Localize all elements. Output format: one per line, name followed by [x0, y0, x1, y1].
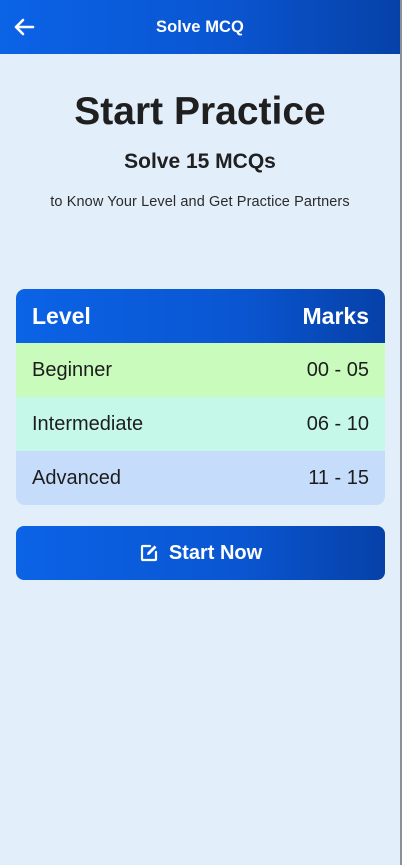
level-cell: Intermediate	[32, 412, 144, 435]
table-row: Beginner 00 - 05	[16, 343, 385, 397]
app-bar: Solve MCQ	[0, 0, 400, 54]
levels-table: Level Marks Beginner 00 - 05 Intermediat…	[16, 289, 385, 505]
start-now-label: Start Now	[168, 541, 263, 564]
marks-cell: 06 - 10	[306, 412, 369, 435]
page-title: Start Practice	[74, 90, 326, 133]
level-cell: Advanced	[32, 466, 121, 489]
table-header: Level Marks	[16, 289, 385, 343]
page-subtitle: Solve 15 MCQs	[124, 150, 276, 173]
table-row: Intermediate 06 - 10	[16, 397, 385, 451]
arrow-left-icon	[14, 18, 35, 36]
table-row: Advanced 11 - 15	[16, 451, 385, 505]
page-description: to Know Your Level and Get Practice Part…	[50, 194, 350, 210]
level-column-header: Level	[32, 302, 91, 329]
marks-cell: 00 - 05	[306, 358, 369, 381]
level-cell: Beginner	[32, 358, 113, 381]
marks-cell: 11 - 15	[308, 466, 369, 489]
edit-icon	[139, 543, 159, 563]
app-bar-title: Solve MCQ	[155, 17, 244, 36]
marks-column-header: Marks	[302, 302, 369, 329]
start-now-button[interactable]: Start Now	[16, 526, 385, 580]
screen: Solve MCQ Start Practice Solve 15 MCQs t…	[0, 0, 402, 865]
back-button[interactable]	[10, 13, 38, 41]
